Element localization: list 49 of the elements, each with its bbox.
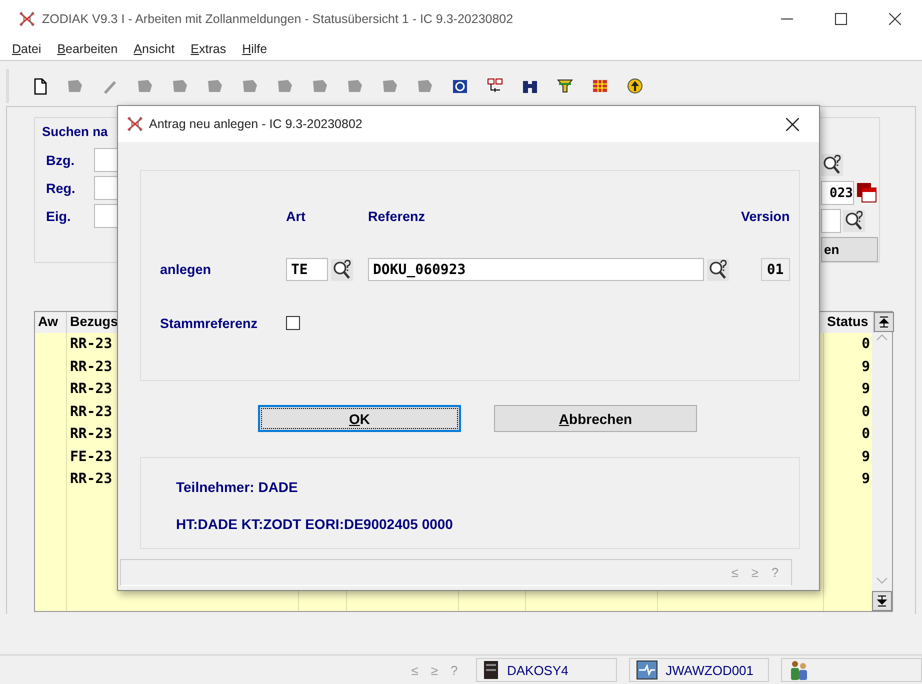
lookup-icon[interactable] xyxy=(707,258,729,280)
date-field[interactable]: 023 xyxy=(821,181,854,205)
server-icon xyxy=(482,660,499,680)
menu-item[interactable]: Bearbeiten xyxy=(50,42,125,56)
menu-item[interactable]: Extras xyxy=(184,42,234,56)
lookup-icon[interactable] xyxy=(821,154,843,176)
column-header[interactable]: Aw xyxy=(35,312,67,333)
grid-icon[interactable] xyxy=(591,77,609,95)
group-title: Suchen na xyxy=(42,124,109,141)
monitor-icon xyxy=(636,660,658,680)
calendar-icon[interactable] xyxy=(856,182,878,204)
input-field[interactable] xyxy=(821,209,841,233)
close-icon[interactable] xyxy=(889,13,901,25)
scroll-bottom-button[interactable] xyxy=(872,591,892,611)
field-label: Eig. xyxy=(45,208,72,224)
column-label: Referenz xyxy=(368,209,426,224)
status-text: JWAWZOD001 xyxy=(666,662,754,678)
search-button[interactable]: en xyxy=(821,237,878,262)
lookup-icon[interactable] xyxy=(843,210,865,232)
cancel-button[interactable]: Abbrechen xyxy=(494,405,697,432)
input-field[interactable] xyxy=(94,204,118,228)
field-label: Reg. xyxy=(45,180,76,196)
close-icon[interactable] xyxy=(786,118,798,130)
reference-field[interactable]: DOKU_060923 xyxy=(368,258,704,281)
status-text: DAKOSY4 xyxy=(506,662,568,678)
column-label: Version xyxy=(741,209,790,224)
art-field[interactable]: TE xyxy=(286,258,328,281)
version-field: 01 xyxy=(760,258,790,281)
logo-icon xyxy=(18,10,36,28)
menu-item[interactable]: Ansicht xyxy=(126,42,182,56)
minimize-icon[interactable] xyxy=(781,18,793,20)
window-title: ZODIAK V9.3 I - Arbeiten mit Zollanmeldungen - Statusübersicht 1 - IC 9.3-20230802 xyxy=(42,12,514,26)
filter-icon[interactable] xyxy=(556,77,574,95)
maximize-icon[interactable] xyxy=(835,13,847,25)
checkbox[interactable] xyxy=(286,316,300,330)
row-label: anlegen xyxy=(160,262,212,277)
lookup-icon[interactable] xyxy=(331,258,353,280)
column-label: Art xyxy=(286,209,306,224)
field-label: Bzg. xyxy=(45,152,76,168)
dialog-title: Antrag neu anlegen - IC 9.3-20230802 xyxy=(149,117,364,131)
upload-icon[interactable] xyxy=(626,77,644,95)
menu-item[interactable]: Datei xyxy=(5,42,48,56)
info-text: HT:DADE KT:ZODT EORI:DE9002405 0000 xyxy=(176,516,454,532)
logo-icon xyxy=(126,115,144,133)
network-icon[interactable] xyxy=(486,77,504,95)
ok-button[interactable]: OK xyxy=(258,405,461,432)
scroll-top-button[interactable] xyxy=(874,312,894,332)
checkbox-label: Stammreferenz xyxy=(160,316,259,330)
menu-item[interactable]: Hilfe xyxy=(235,42,274,56)
